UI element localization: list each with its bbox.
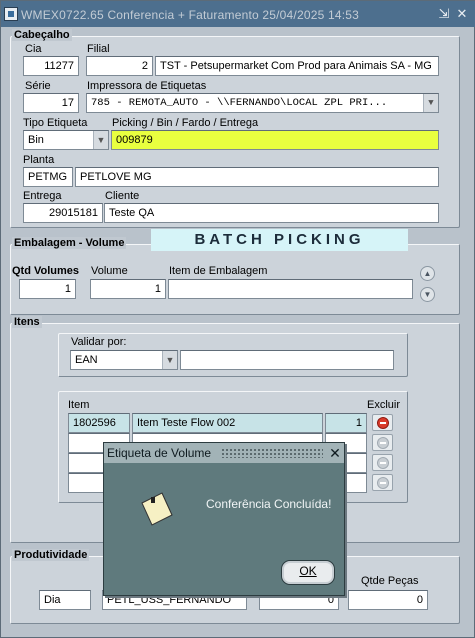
dialog-title-bar[interactable]: Etiqueta de Volume ✕ [104, 443, 344, 463]
collapse-icon[interactable]: ⇲ [437, 7, 451, 21]
excluir-column-header: Excluir [367, 399, 401, 411]
filial-name-field[interactable]: TST - Petsupermarket Com Prod para Anima… [155, 56, 439, 76]
dialog-message: Conferência Concluída! [206, 497, 332, 511]
filial-label: Filial [87, 43, 110, 55]
picking-label: Picking / Bin / Fardo / Entrega [112, 117, 259, 129]
impressora-value: 785 - REMOTA_AUTO - \\FERNANDO\LOCAL ZPL… [91, 97, 388, 109]
embalagem-legend: Embalagem - Volume [12, 237, 127, 249]
cabecalho-legend: Cabeçalho [12, 29, 72, 41]
itens-legend: Itens [12, 316, 42, 328]
table-row-item-qty[interactable]: 1 [325, 413, 367, 433]
impressora-select[interactable]: 785 - REMOTA_AUTO - \\FERNANDO\LOCAL ZPL… [86, 93, 439, 113]
title-bar[interactable]: WMEX0722.65 Conferencia + Faturamento 25… [1, 1, 475, 27]
validar-select[interactable]: EAN ▼ [70, 350, 178, 370]
app-icon [4, 7, 18, 21]
chevron-down-icon[interactable]: ▼ [423, 94, 438, 112]
app-window: WMEX0722.65 Conferencia + Faturamento 25… [0, 0, 475, 638]
qtde-pecas-label: Qtde Peças [361, 575, 419, 587]
item-embalagem-label: Item de Embalagem [169, 265, 268, 277]
delete-row-icon[interactable] [372, 454, 393, 471]
qtd-volumes-field[interactable]: 1 [19, 279, 76, 299]
delete-row-icon[interactable] [372, 434, 393, 451]
tipo-etiqueta-label: Tipo Etiqueta [23, 117, 88, 129]
entrega-label: Entrega [23, 190, 62, 202]
chevron-down-icon[interactable]: ▼ [93, 131, 108, 149]
table-row-item-desc[interactable]: Item Teste Flow 002 [132, 413, 323, 433]
qtde-pecas-field[interactable]: 0 [348, 590, 428, 610]
ok-button-label: OK [299, 564, 317, 578]
dialog-close-icon[interactable]: ✕ [328, 445, 342, 461]
tipo-etiqueta-value: Bin [28, 134, 44, 146]
dialog-title: Etiqueta de Volume [107, 446, 212, 460]
volume-label: Volume [91, 265, 128, 277]
chevron-down-icon[interactable]: ▼ [162, 351, 177, 369]
batch-picking-banner: BATCH PICKING [151, 229, 408, 251]
scroll-down-icon[interactable]: ▼ [420, 287, 435, 302]
etiqueta-volume-dialog: Etiqueta de Volume ✕ Conferência Concluí… [103, 442, 345, 596]
impressora-label: Impressora de Etiquetas [87, 80, 207, 92]
validar-value: EAN [75, 354, 98, 366]
entrega-field[interactable]: 29015181 [23, 203, 103, 223]
turno-field[interactable]: Dia [39, 590, 91, 610]
item-column-header: Item [68, 399, 90, 411]
serie-field[interactable]: 17 [23, 93, 79, 113]
produtividade-legend: Produtividade [12, 549, 90, 561]
dialog-drag-grip[interactable] [221, 448, 323, 458]
cliente-label: Cliente [105, 190, 140, 202]
planta-name-field[interactable]: PETLOVE MG [75, 167, 439, 187]
item-embalagem-field[interactable] [168, 279, 413, 299]
ok-button[interactable]: OK [281, 560, 335, 585]
planta-label: Planta [23, 154, 55, 166]
cia-label: Cia [25, 43, 42, 55]
filial-code-field[interactable]: 2 [86, 56, 153, 76]
note-icon [141, 492, 173, 526]
delete-row-icon[interactable] [372, 474, 393, 491]
serie-label: Série [25, 80, 51, 92]
qtd-volumes-label: Qtd Volumes [12, 265, 80, 277]
picking-field[interactable]: 009879 [111, 130, 439, 150]
planta-code-field[interactable]: PETMG [23, 167, 73, 187]
cliente-field[interactable]: Teste QA [104, 203, 439, 223]
delete-row-icon[interactable] [372, 414, 393, 431]
window-title: WMEX0722.65 Conferencia + Faturamento 25… [21, 8, 360, 22]
table-row-item-code[interactable]: 1802596 [68, 413, 130, 433]
validar-input[interactable] [180, 350, 394, 370]
validar-label: Validar por: [71, 336, 127, 348]
volume-field[interactable]: 1 [90, 279, 166, 299]
tipo-etiqueta-select[interactable]: Bin ▼ [23, 130, 109, 150]
close-icon[interactable]: ✕ [455, 7, 469, 21]
cia-field[interactable]: 11277 [23, 56, 79, 76]
scroll-up-icon[interactable]: ▲ [420, 266, 435, 281]
